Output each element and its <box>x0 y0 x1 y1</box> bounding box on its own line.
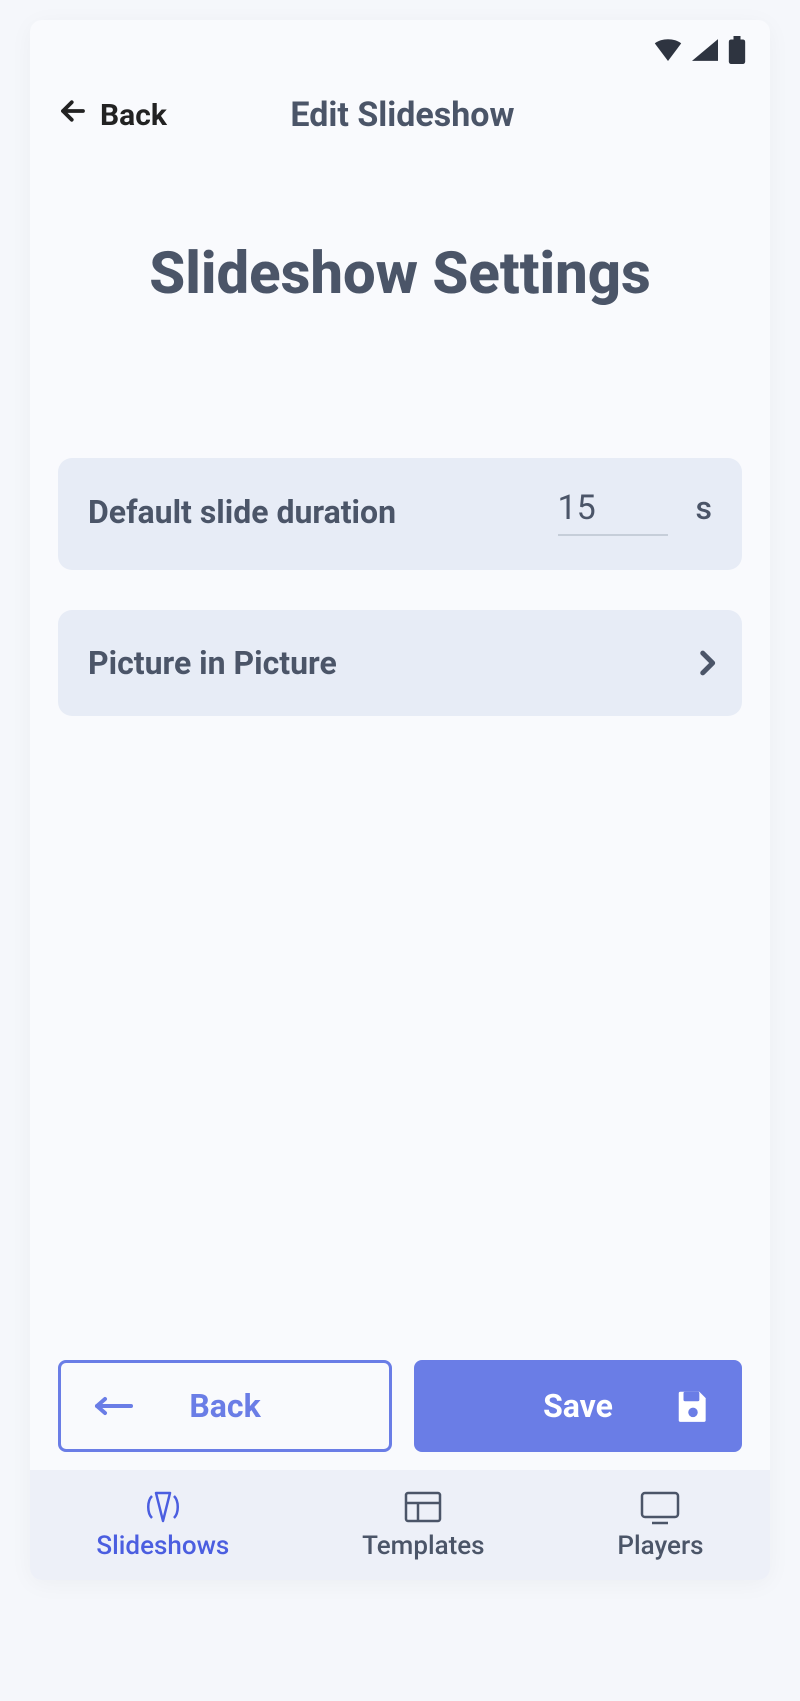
back-button-label: Back <box>189 1387 260 1425</box>
signal-icon <box>692 39 718 61</box>
battery-icon <box>728 36 746 64</box>
nav-slideshows[interactable]: Slideshows <box>96 1489 229 1561</box>
pip-row[interactable]: Picture in Picture <box>58 610 742 716</box>
status-bar <box>30 20 770 80</box>
page-title: Slideshow Settings <box>30 240 770 308</box>
content-area: Default slide duration s Picture in Pict… <box>30 308 770 1360</box>
nav-label: Players <box>617 1531 703 1561</box>
nav-label: Templates <box>362 1531 484 1561</box>
arrow-left-long-icon <box>91 1396 135 1416</box>
nav-templates[interactable]: Templates <box>362 1489 484 1561</box>
top-bar: Back Edit Slideshow <box>30 80 770 150</box>
save-icon <box>674 1387 712 1425</box>
back-button[interactable]: Back <box>58 1360 392 1452</box>
app-frame: Back Edit Slideshow Slideshow Settings D… <box>30 20 770 1580</box>
duration-card: Default slide duration s <box>58 458 742 570</box>
wifi-icon <box>654 39 682 61</box>
slideshows-icon <box>142 1489 184 1525</box>
pip-label: Picture in Picture <box>88 644 337 682</box>
save-button[interactable]: Save <box>414 1360 742 1452</box>
players-icon <box>638 1489 682 1525</box>
templates-icon <box>402 1489 444 1525</box>
duration-input[interactable] <box>558 488 668 536</box>
nav-players[interactable]: Players <box>617 1489 703 1561</box>
nav-label: Slideshows <box>96 1531 229 1561</box>
chevron-right-icon <box>690 646 724 680</box>
save-button-label: Save <box>543 1387 613 1425</box>
duration-unit: s <box>696 489 712 527</box>
action-row: Back Save <box>30 1360 770 1470</box>
duration-label: Default slide duration <box>88 493 396 531</box>
bottom-nav: Slideshows Templates Players <box>30 1470 770 1580</box>
topbar-title: Edit Slideshow <box>63 95 742 135</box>
duration-field: s <box>558 488 712 536</box>
